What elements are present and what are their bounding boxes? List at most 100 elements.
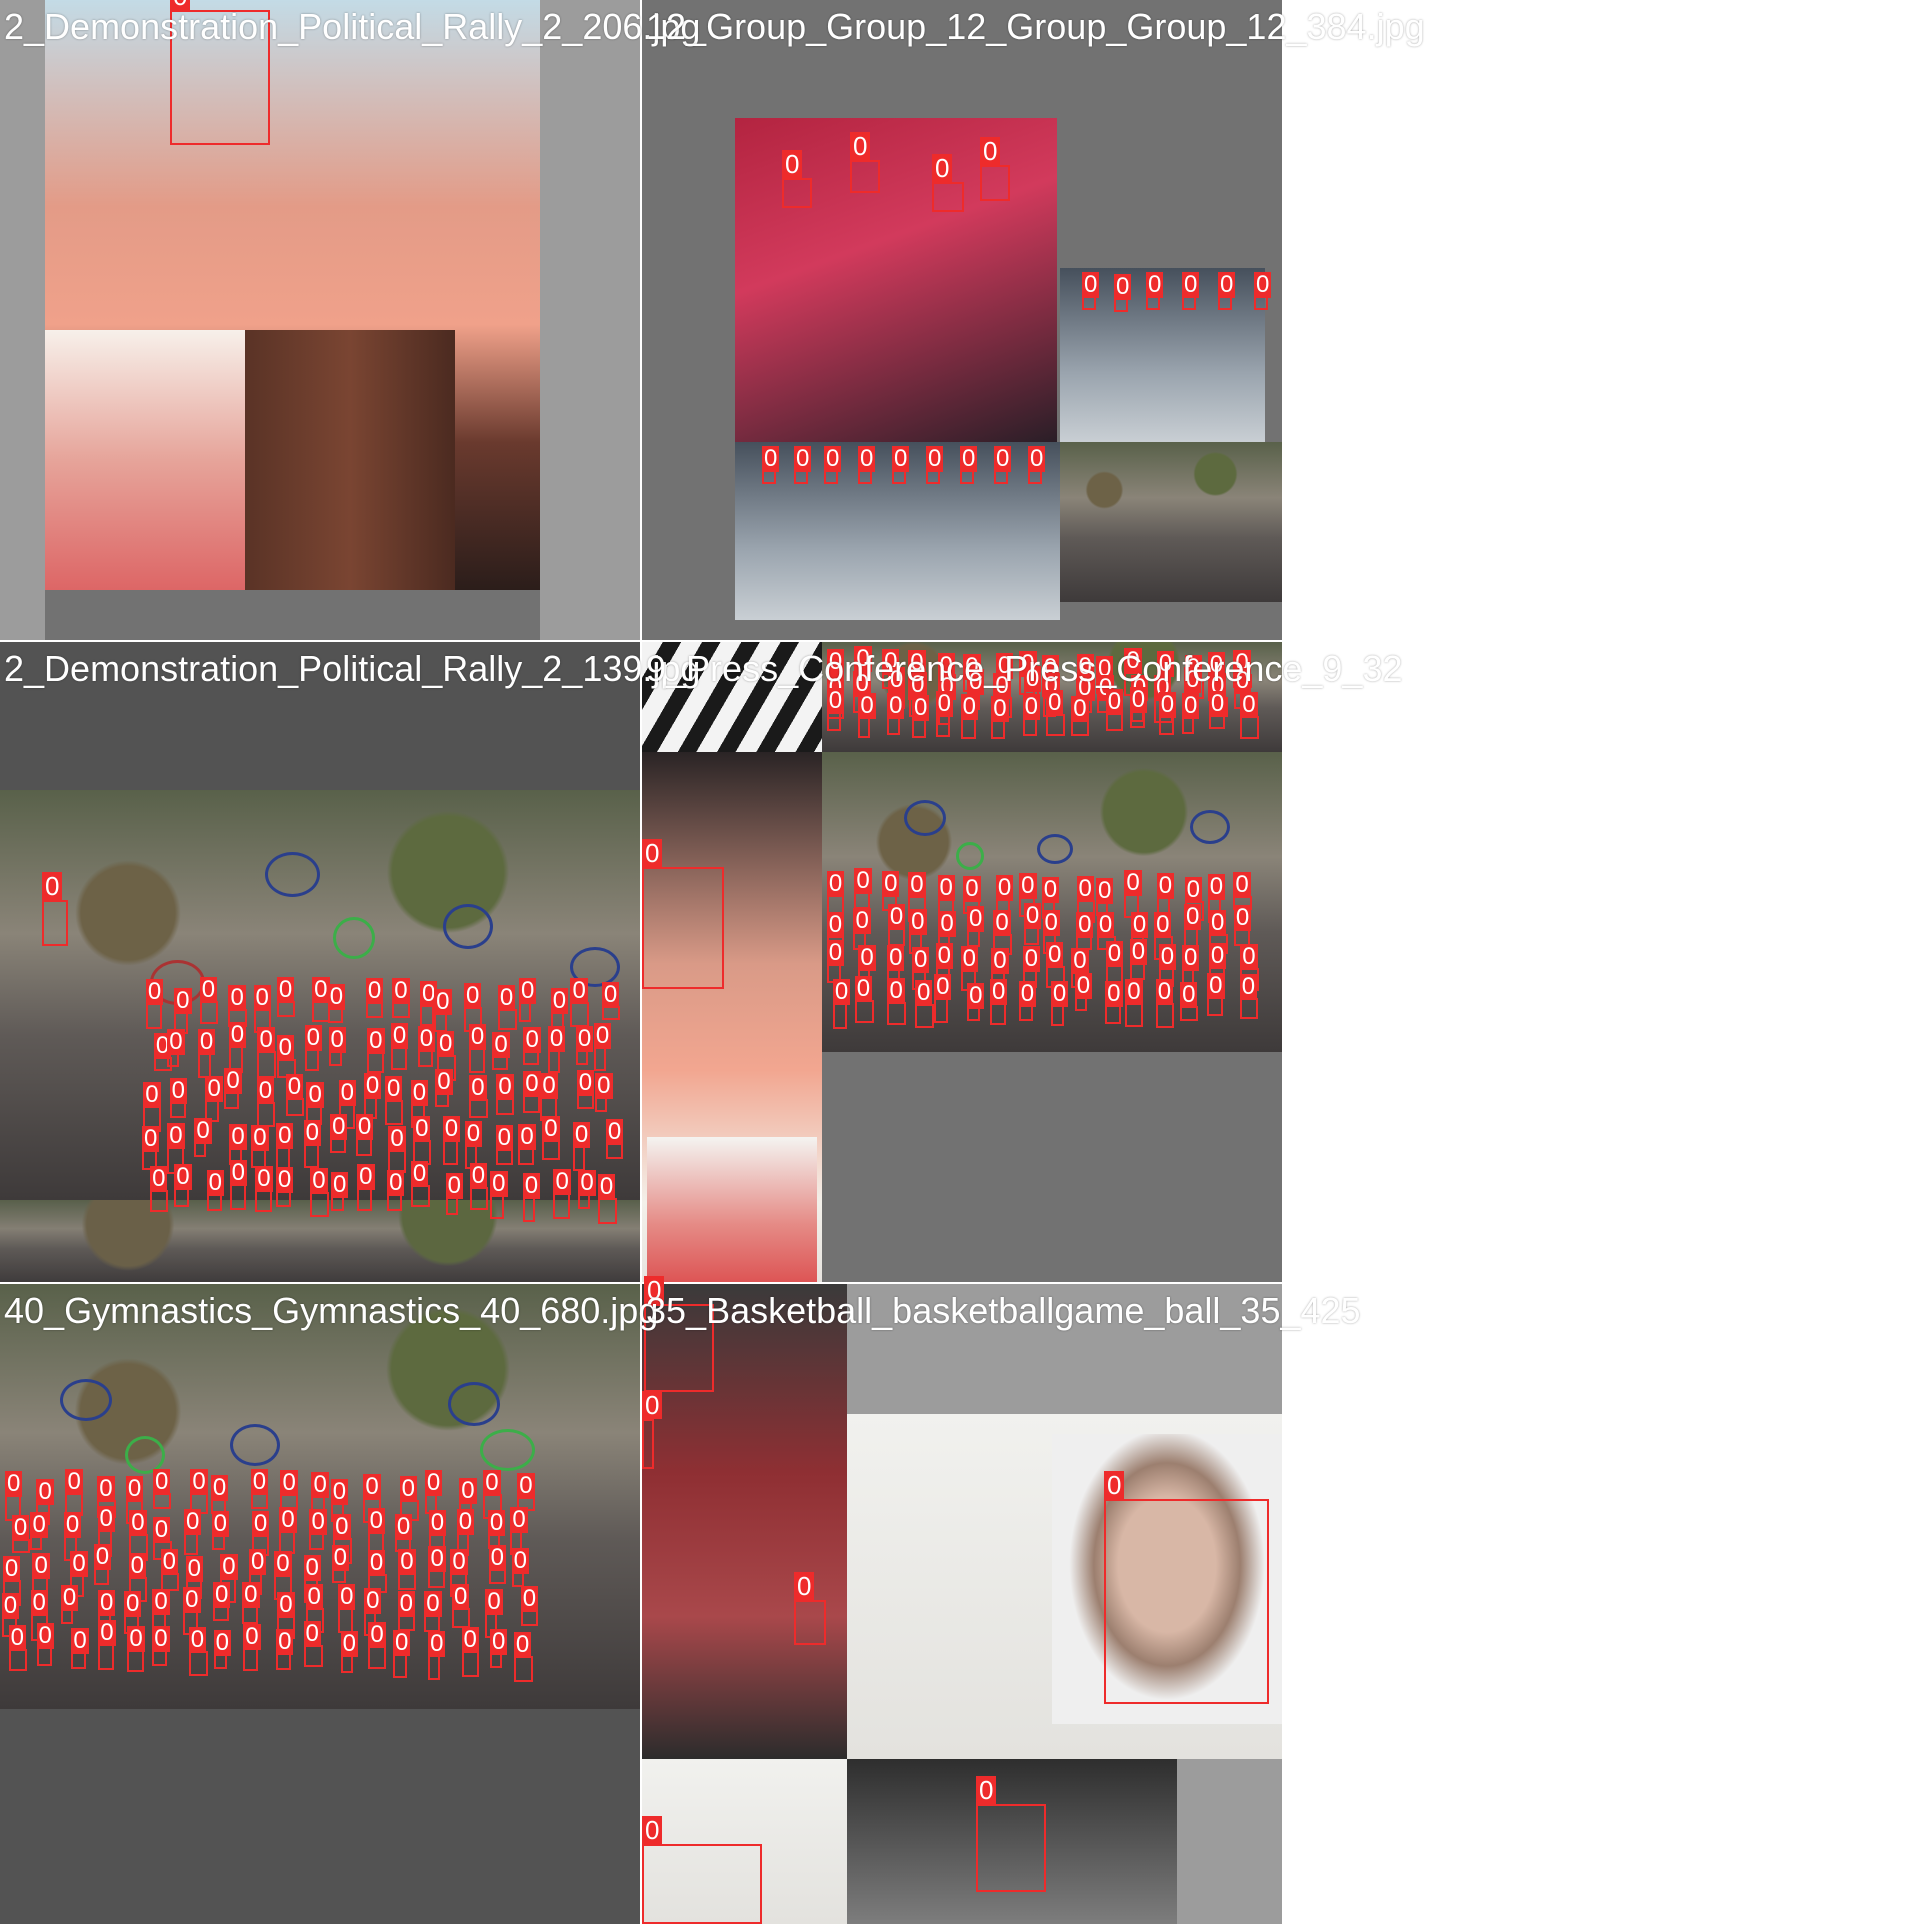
detection-box: 0 (1045, 690, 1065, 737)
detection-box: 0 (595, 1073, 613, 1113)
detection-box: 0 (547, 1025, 566, 1073)
ring-marker (1190, 810, 1230, 844)
detection-box: 0 (213, 1630, 232, 1670)
podium-sign (647, 1137, 817, 1282)
detection-box: 0 (513, 1631, 533, 1682)
detection-box: 0 (392, 978, 411, 1019)
detection-box: 0 (914, 979, 934, 1028)
detection-box: 0 (98, 1620, 116, 1671)
detection-box: 0 (206, 1169, 224, 1211)
detection-box: 0 (11, 1515, 30, 1554)
detection-box: 0 (169, 1078, 187, 1119)
detection-box: 0 (93, 1544, 112, 1586)
detection-box: 0 (8, 1625, 27, 1672)
detection-box: 0 (242, 1582, 260, 1625)
detection-box: 0 (435, 1069, 453, 1108)
detection-box: 0 (445, 1172, 464, 1215)
detection-box: 0 (428, 1546, 446, 1589)
detection-box: 0 (410, 1160, 430, 1207)
detection-box: 0 (850, 132, 880, 193)
mosaic-tile-5: 0000000000000000000000000000000000000000… (0, 1282, 658, 1924)
detection-box: 0 (330, 1114, 348, 1154)
detection-box: 0 (428, 1630, 446, 1680)
detection-box: 0 (644, 1276, 714, 1392)
detection-box: 0 (523, 1070, 541, 1113)
podium-sign (45, 330, 245, 590)
detection-box: 0 (858, 692, 876, 738)
detection-box: 0 (71, 1628, 89, 1670)
detection-box: 0 (194, 1118, 212, 1158)
detection-box: 0 (490, 1628, 508, 1668)
detection-box: 0 (304, 1024, 322, 1071)
detection-box: 0 (442, 1116, 461, 1166)
detection-box: 0 (854, 975, 874, 1023)
detection-box: 0 (518, 1123, 536, 1165)
detection-box: 0 (174, 1163, 192, 1207)
detection-box: 0 (1180, 981, 1199, 1021)
detection-box: 0 (127, 1625, 145, 1672)
detection-box: 0 (911, 695, 930, 739)
detection-box: 0 (492, 1031, 510, 1070)
detection-box: 0 (276, 1628, 294, 1670)
detection-box: 0 (597, 1173, 617, 1224)
detection-box: 0 (990, 978, 1008, 1025)
detection-box: 0 (468, 1024, 487, 1074)
detection-box: 0 (572, 1122, 591, 1172)
padding-strip (0, 0, 45, 640)
detection-box: 0 (357, 1164, 375, 1212)
detection-box: 0 (434, 989, 452, 1033)
crowd-photo (1060, 442, 1282, 602)
detection-box: 0 (197, 1028, 216, 1078)
detection-box: 0 (542, 1116, 561, 1161)
dancer-detections: 0 0 0 0 0 0 (1082, 272, 1282, 330)
detection-box: 0 (393, 1629, 411, 1678)
mosaic-tile-2: 0 0 0 0 0 0 0 0 0 0 0 0 0 0 0 0 0 0 0 12… (640, 0, 1425, 642)
detection-box: 0 (1022, 694, 1040, 737)
detection-box: 0 (1105, 689, 1124, 732)
detection-box: 0 (275, 1166, 294, 1207)
detection-box: 0 (328, 1027, 346, 1067)
detection-box: 0 (211, 1510, 229, 1550)
detection-box: 0 (188, 1626, 208, 1676)
detection-box: 0 (976, 1776, 1046, 1892)
padding-strip (1177, 1759, 1282, 1924)
detection-box: 0 (991, 695, 1009, 739)
detection-box: 0 (229, 1160, 247, 1211)
detection-box: 0 (420, 980, 438, 1026)
detection-box: 0 (461, 1627, 479, 1678)
detection-box: 0 (243, 1623, 261, 1671)
detection-box: 0 (488, 1545, 506, 1585)
detection-box: 0 (224, 1068, 242, 1110)
detection-box: 0 (967, 905, 985, 947)
dancer-detections: 0 0 0 0 0 0 0 0 0 (762, 446, 1062, 500)
tile-title: 2_Demonstration_Political_Rally_2_139.jp… (4, 648, 701, 689)
mosaic-tile-3: 0 00000000000000000000000000000000000000… (0, 640, 700, 1284)
detection-box: 0 (605, 1118, 624, 1159)
detection-box: 0 (327, 983, 346, 1023)
detection-box: 0 (257, 1026, 277, 1078)
detection-box: 0 (1125, 979, 1144, 1028)
detection-box: 0 (934, 974, 952, 1024)
detection-box: 0 (523, 1026, 541, 1065)
detection-box: 0 (303, 1620, 323, 1667)
ring-marker (333, 917, 375, 959)
detection-box: 0 (522, 1172, 541, 1222)
detection-box: 0 (496, 1073, 515, 1115)
detection-box: 0 (576, 1069, 595, 1109)
detection-box: 0 (365, 977, 384, 1018)
crowd-detections: 0000000000000000000000000000000000000000… (824, 864, 1279, 1054)
detection-box: 0 (1207, 973, 1225, 1017)
detection-box: 0 (642, 839, 724, 989)
detection-box: 0 (340, 1630, 358, 1673)
detection-box: 0 (417, 1025, 436, 1067)
ring-marker (904, 800, 946, 836)
detection-box: 0 (387, 1170, 405, 1212)
detection-box: 0 (276, 976, 295, 1017)
detection-box: 0 (642, 1816, 762, 1924)
crowd-detections: 0000000000000000000000000000000000000000… (140, 972, 640, 1252)
detection-box: 0 (390, 1022, 409, 1070)
detection-box: 0 (490, 1171, 508, 1220)
detection-box: 0 (60, 1585, 79, 1625)
detection-box: 0 (170, 0, 270, 145)
detection-box: 0 (782, 150, 812, 208)
